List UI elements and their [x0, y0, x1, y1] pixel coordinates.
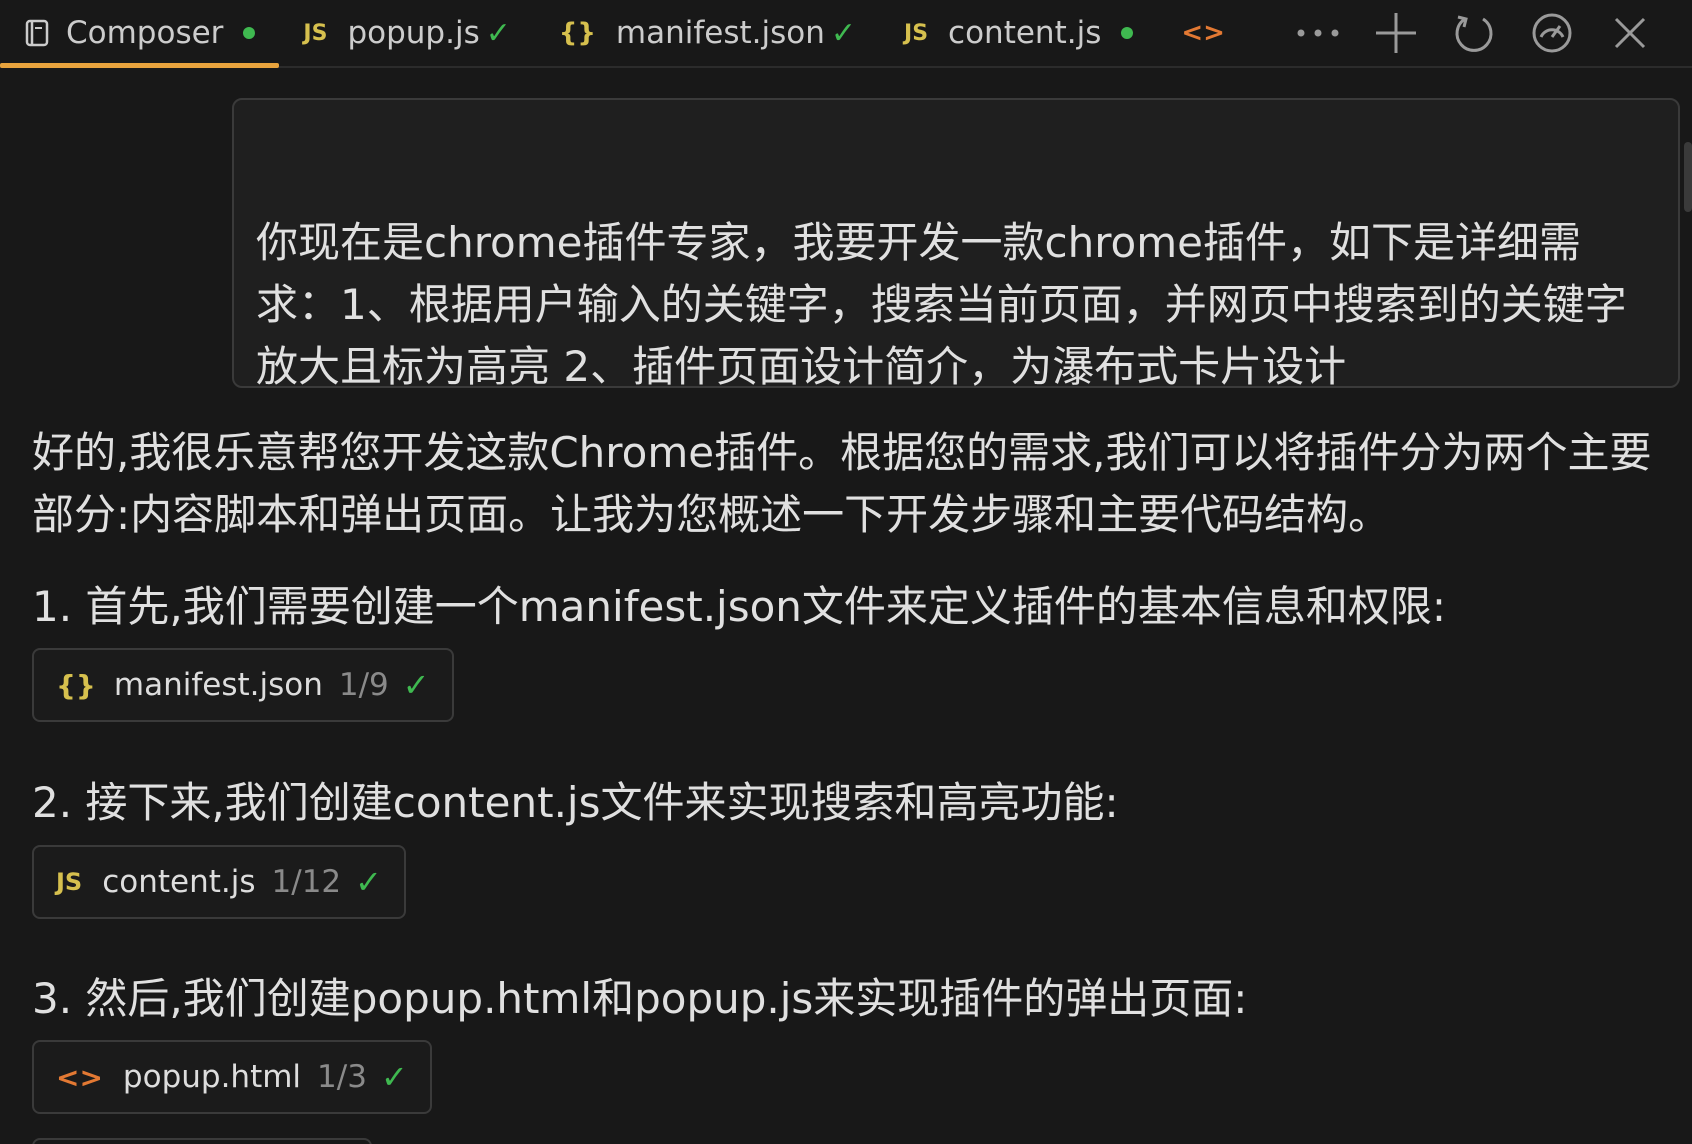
html-file-icon: <>	[1181, 18, 1225, 48]
gauge-icon[interactable]	[1513, 0, 1591, 66]
tab-label: manifest.json	[615, 15, 825, 51]
close-icon[interactable]	[1591, 0, 1669, 66]
tab-manifest-json[interactable]: {} manifest.json ✓	[535, 0, 880, 66]
json-file-icon: {}	[558, 18, 596, 48]
response-step-2: 2. 接下来,我们创建content.js文件来实现搜索和高亮功能:	[32, 778, 1119, 827]
tab-label: Composer	[66, 15, 224, 51]
javascript-file-icon: JS	[303, 20, 328, 46]
file-chip-manifest-json[interactable]: {} manifest.json 1/9 ✓	[32, 648, 454, 722]
composer-panel: 你现在是chrome插件专家，我要开发一款chrome插件，如下是详细需求：1、…	[0, 70, 1692, 1144]
change-count: 1/12	[271, 864, 342, 900]
check-icon: ✓	[830, 15, 857, 51]
javascript-file-icon: JS	[904, 20, 929, 46]
change-count: 1/9	[338, 667, 389, 703]
tab-bar: Composer JS popup.js ✓ {} manifest.json …	[0, 0, 1692, 68]
response-intro: 好的,我很乐意帮您开发这款Chrome插件。根据您的需求,我们可以将插件分为两个…	[32, 428, 1652, 539]
check-icon: ✓	[380, 1058, 408, 1096]
tab-label: content.js	[948, 15, 1102, 51]
user-message-bubble[interactable]: 你现在是chrome插件专家，我要开发一款chrome插件，如下是详细需求：1、…	[232, 98, 1680, 391]
user-message-text: 你现在是chrome插件专家，我要开发一款chrome插件，如下是详细需求：1、…	[256, 218, 1627, 391]
change-count: 1/3	[317, 1059, 367, 1095]
file-name: manifest.json	[113, 667, 323, 703]
file-name: content.js	[102, 864, 256, 900]
response-step-1: 1. 首先,我们需要创建一个manifest.json文件来定义插件的基本信息和…	[32, 582, 1447, 631]
plus-icon[interactable]	[1357, 0, 1435, 66]
file-chip-popup-html[interactable]: <> popup.html 1/3 ✓	[32, 1040, 432, 1114]
file-chip-partial[interactable]	[32, 1138, 372, 1144]
tab-popup-js[interactable]: JS popup.js ✓	[279, 0, 534, 66]
tab-composer[interactable]: Composer	[0, 0, 280, 68]
unsaved-dot-icon	[243, 27, 256, 39]
unsaved-dot-icon	[1121, 27, 1134, 39]
tab-popup-html[interactable]: <>	[1157, 0, 1249, 66]
document-icon	[24, 18, 50, 48]
refresh-icon[interactable]	[1435, 0, 1513, 66]
html-file-icon: <>	[56, 1060, 103, 1094]
check-icon: ✓	[402, 666, 430, 704]
file-name: popup.html	[122, 1059, 302, 1095]
tab-content-js[interactable]: JS content.js	[880, 0, 1157, 66]
check-icon: ✓	[485, 15, 511, 51]
javascript-file-icon: JS	[56, 868, 83, 896]
response-step-3: 3. 然后,我们创建popup.html和popup.js来实现插件的弹出页面:	[32, 974, 1248, 1023]
editor-toolbar	[1279, 0, 1669, 66]
tab-label: popup.js	[347, 15, 480, 51]
more-icon[interactable]	[1279, 0, 1357, 66]
file-chip-content-js[interactable]: JS content.js 1/12 ✓	[32, 845, 406, 919]
check-icon: ✓	[355, 863, 382, 901]
scrollbar[interactable]	[1684, 142, 1692, 212]
json-file-icon: {}	[56, 668, 96, 702]
